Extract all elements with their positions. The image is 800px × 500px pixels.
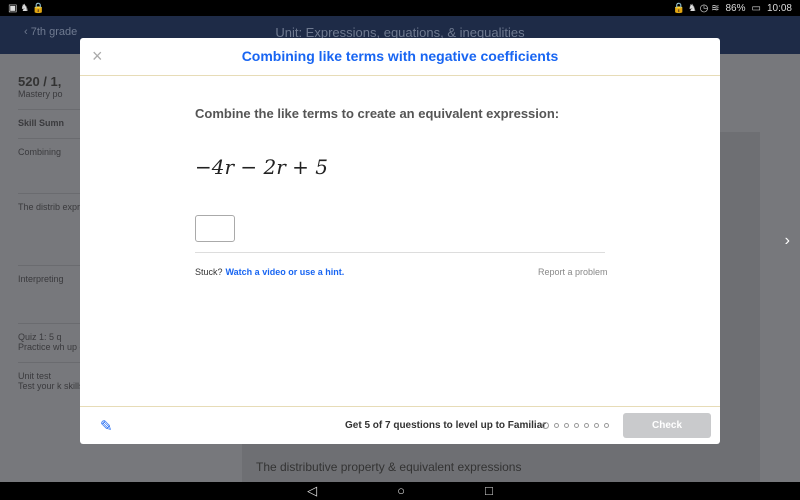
divider	[195, 252, 605, 253]
status-bar: ▣ ♞ 🔒 🔒 ♞ ◷ ≋ 86% ▭ 10:08	[0, 0, 800, 16]
progress-dot	[574, 423, 579, 428]
stuck-row: Stuck? Watch a video or use a hint.	[195, 267, 344, 277]
battery-icon: ▭	[751, 2, 761, 14]
clock: 10:08	[766, 2, 792, 14]
modal-footer: ✎ Get 5 of 7 questions to level up to Fa…	[80, 406, 720, 444]
question-prompt: Combine the like terms to create an equi…	[195, 106, 560, 121]
math-expression: −4r − 2r + 5	[195, 155, 328, 179]
progress-dots	[542, 422, 609, 429]
progress-dot	[594, 423, 599, 428]
scratchpad-icon[interactable]: ✎	[100, 417, 113, 435]
notification-icons: ▣ ♞ 🔒	[8, 2, 45, 14]
report-problem-link[interactable]: Report a problem	[538, 267, 608, 277]
modal-header: × Combining like terms with negative coe…	[80, 38, 720, 76]
check-button[interactable]: Check	[623, 413, 711, 438]
progress-text: Get 5 of 7 questions to level up to Fami…	[345, 420, 547, 431]
progress-dot	[554, 423, 559, 428]
home-icon[interactable]: ○	[397, 482, 405, 500]
chevron-right-icon[interactable]: ›	[785, 232, 790, 250]
hint-link[interactable]: Watch a video or use a hint.	[226, 267, 345, 277]
section-title: The distributive property & equivalent e…	[256, 460, 522, 474]
exercise-modal: × Combining like terms with negative coe…	[80, 38, 720, 444]
modal-title: Combining like terms with negative coeff…	[241, 48, 559, 64]
wifi-icon: 🔒 ♞ ◷ ≋	[672, 2, 720, 14]
progress-dot	[564, 423, 569, 428]
stuck-label: Stuck?	[195, 267, 223, 277]
progress-dot	[584, 423, 589, 428]
back-icon[interactable]: ◁	[307, 482, 317, 500]
progress-dot	[604, 423, 609, 428]
answer-input[interactable]	[195, 215, 235, 242]
recents-icon[interactable]: □	[485, 482, 493, 500]
android-nav-bar: ◁ ○ □	[0, 482, 800, 500]
battery-level: 86%	[725, 2, 746, 14]
close-icon[interactable]: ×	[92, 46, 103, 67]
progress-dot	[542, 422, 549, 429]
